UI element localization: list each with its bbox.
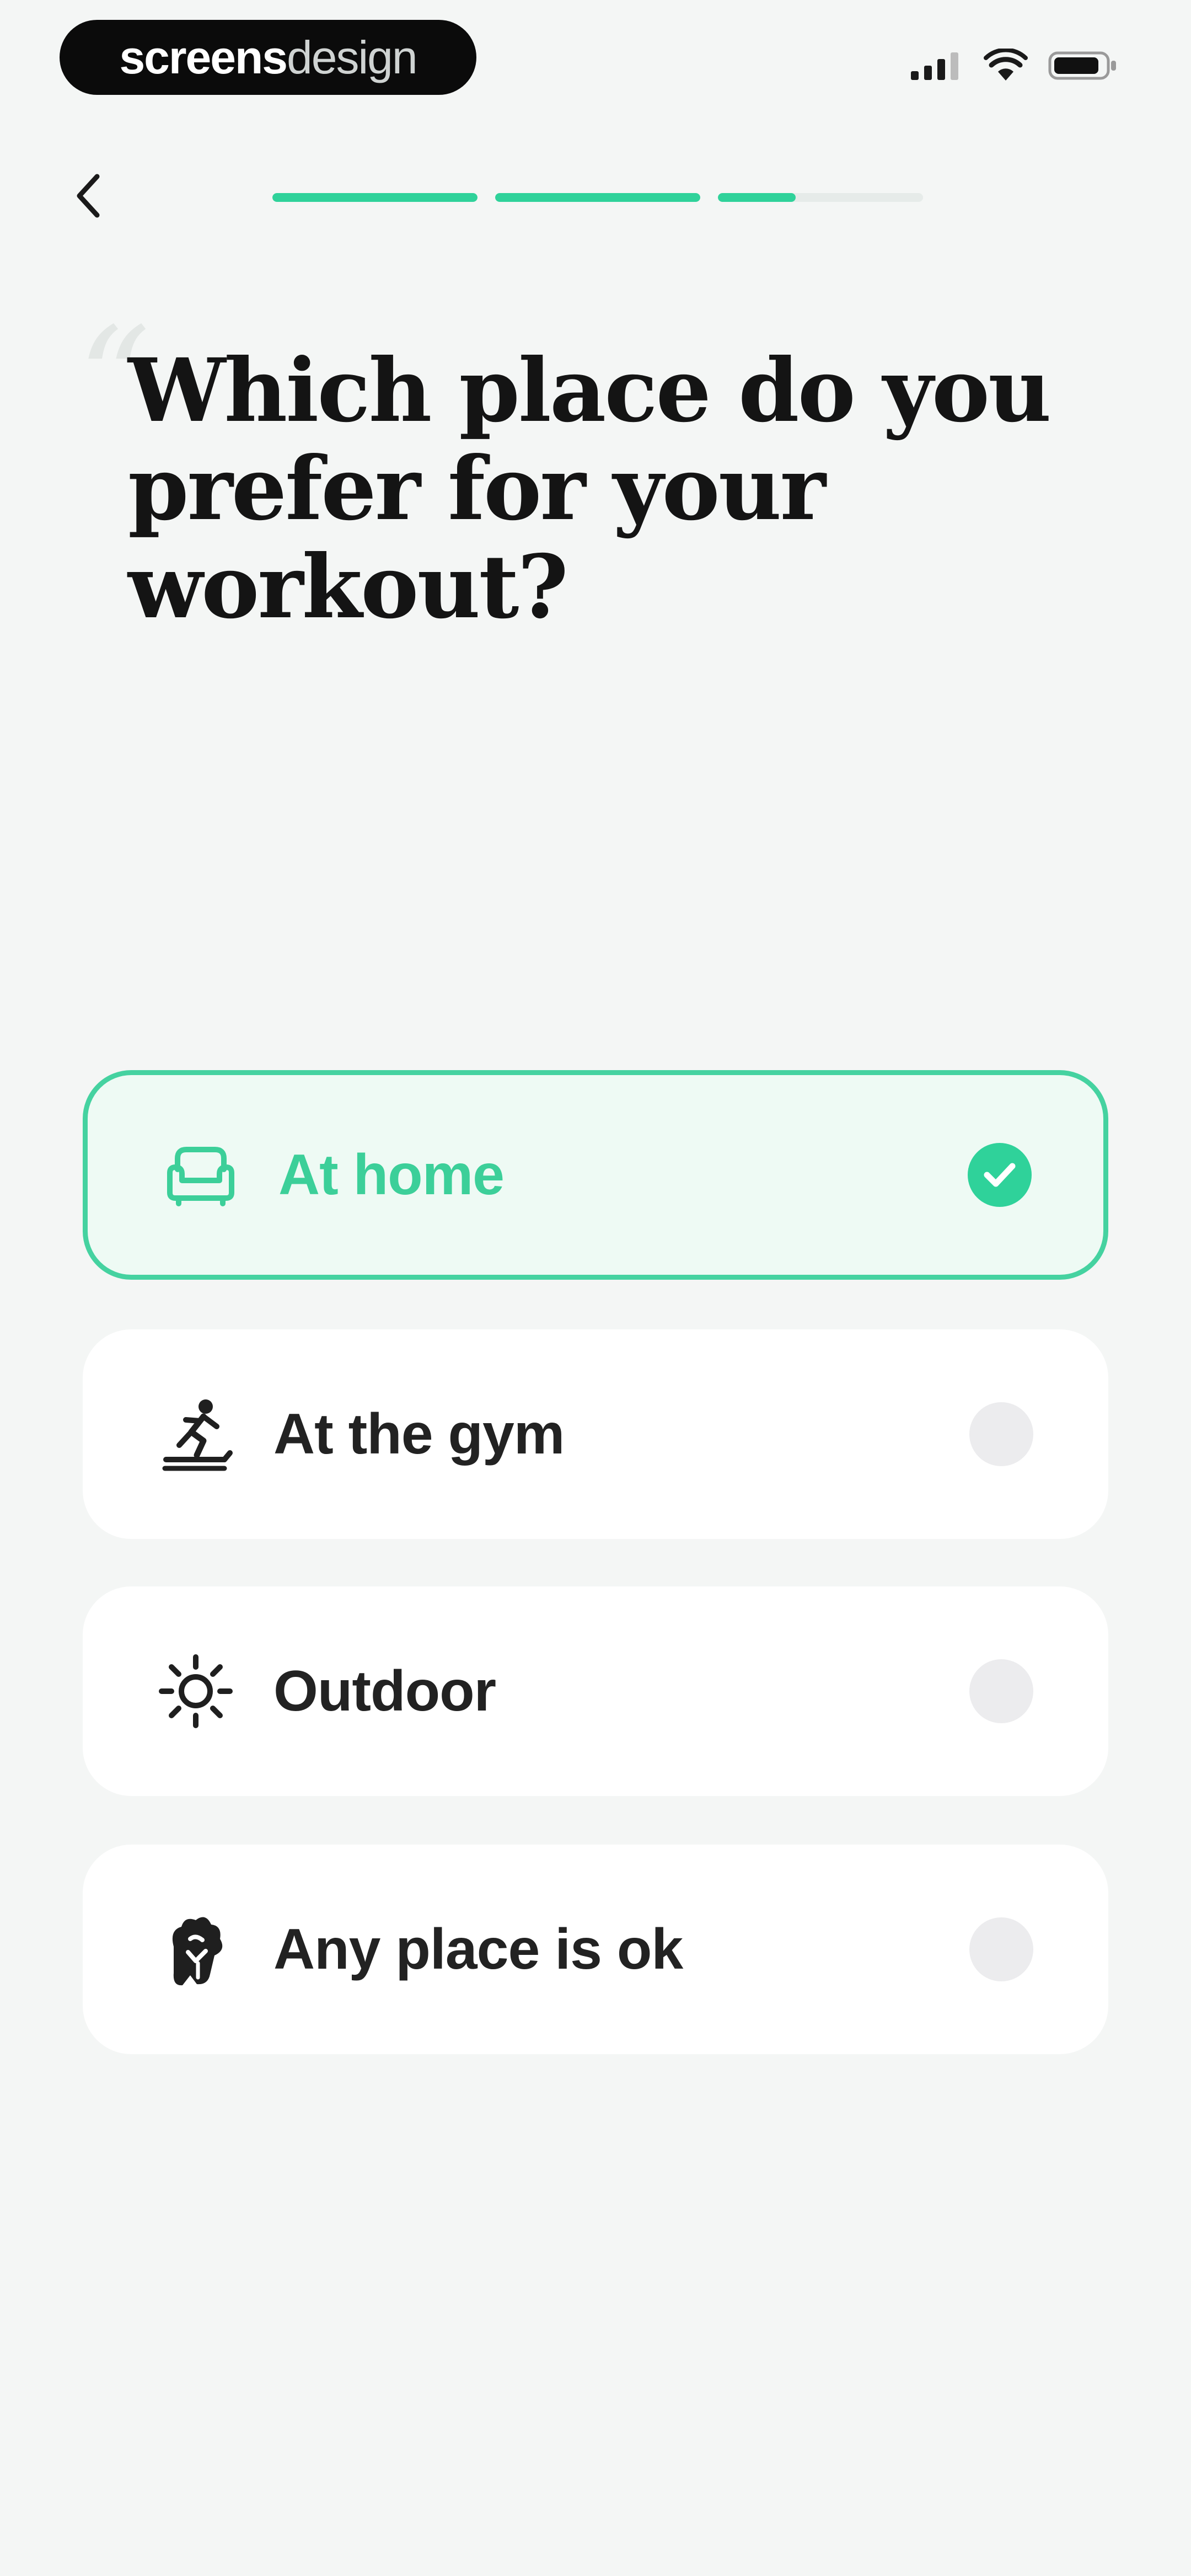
onboarding-screen: screens design “ Which place do you pref… — [0, 0, 1191, 2576]
progress-bar — [272, 193, 923, 202]
brand-bold-text: screens — [119, 31, 288, 83]
progress-segment — [718, 193, 923, 202]
question-title: Which place do you prefer for your worko… — [128, 340, 1051, 638]
battery-icon — [1048, 51, 1116, 80]
sun-icon — [154, 1650, 237, 1733]
progress-segment — [495, 193, 700, 202]
chevron-left-icon — [77, 174, 100, 218]
back-button[interactable] — [61, 160, 116, 232]
option-label: At the gym — [273, 1402, 565, 1466]
treadmill-icon — [154, 1393, 237, 1476]
option-radio-checked[interactable] — [968, 1143, 1032, 1207]
option-any-place[interactable]: Any place is ok — [83, 1845, 1108, 2054]
sofa-icon — [159, 1134, 242, 1216]
status-icons — [909, 46, 1119, 85]
option-radio[interactable] — [969, 1659, 1033, 1723]
brand-light-text: design — [287, 31, 418, 83]
option-at-home[interactable]: At home — [83, 1070, 1108, 1280]
option-label: Any place is ok — [273, 1917, 683, 1981]
option-label: At home — [278, 1142, 505, 1207]
option-at-the-gym[interactable]: At the gym — [83, 1329, 1108, 1539]
option-radio[interactable] — [969, 1402, 1033, 1466]
option-label: Outdoor — [273, 1659, 496, 1723]
brand-badge: screens design — [60, 20, 476, 95]
mixed-places-icon — [154, 1908, 237, 1991]
progress-segment — [272, 193, 478, 202]
signal-icon — [911, 52, 958, 80]
check-icon — [984, 1163, 1016, 1187]
option-radio[interactable] — [969, 1917, 1033, 1981]
option-outdoor[interactable]: Outdoor — [83, 1586, 1108, 1796]
wifi-icon — [984, 49, 1028, 81]
